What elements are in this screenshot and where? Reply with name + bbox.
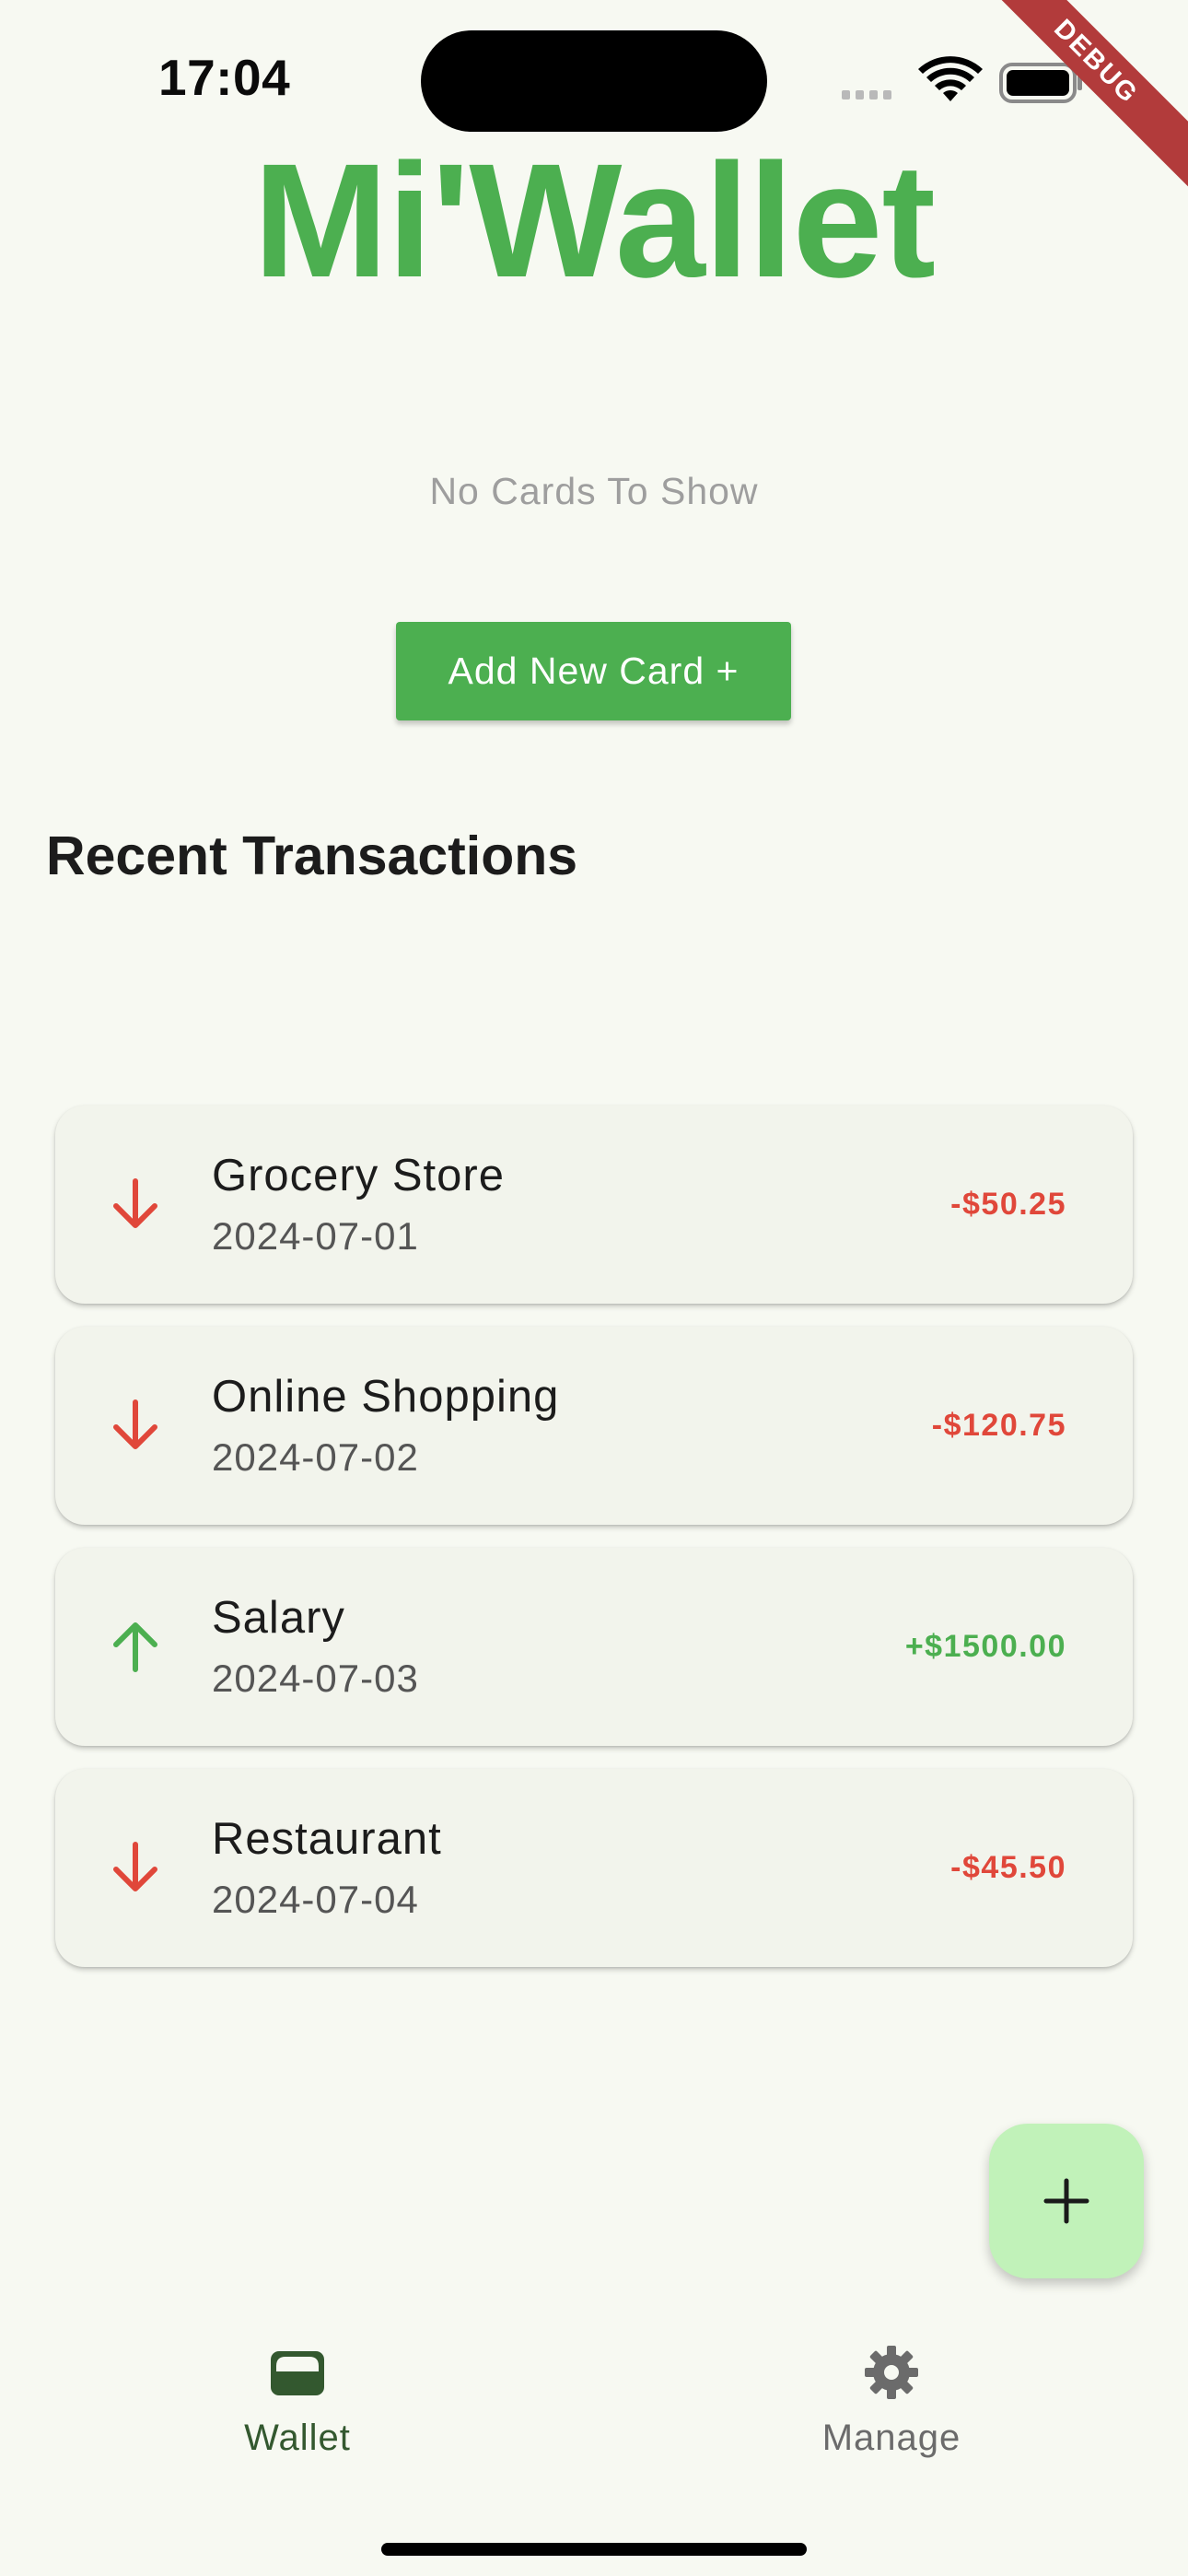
nav-item-manage[interactable]: Manage	[753, 2340, 1030, 2478]
status-time: 17:04	[158, 49, 291, 106]
transaction-date: 2024-07-02	[212, 1435, 419, 1479]
transaction-amount: +$1500.00	[904, 1629, 1066, 1664]
arrow-down-icon	[113, 1399, 157, 1449]
nav-label-wallet: Wallet	[244, 2418, 351, 2458]
wallet-icon	[271, 2351, 324, 2395]
transaction-card[interactable]: Salary 2024-07-03 +$1500.00	[55, 1548, 1133, 1746]
transaction-name: Restaurant	[212, 1814, 442, 1864]
signal-icon	[842, 90, 891, 100]
section-title: Recent Transactions	[46, 825, 578, 886]
add-transaction-fab[interactable]	[989, 2124, 1144, 2278]
add-new-card-button[interactable]: Add New Card +	[396, 622, 791, 720]
transaction-card[interactable]: Online Shopping 2024-07-02 -$120.75	[55, 1327, 1133, 1525]
battery-icon	[999, 63, 1082, 103]
arrow-down-icon	[113, 1842, 157, 1891]
nav-label-manage: Manage	[821, 2418, 961, 2458]
transaction-card[interactable]: Grocery Store 2024-07-01 -$50.25	[55, 1106, 1133, 1304]
bottom-navigation: Wallet Manage	[0, 2303, 1188, 2576]
transaction-card[interactable]: Restaurant 2024-07-04 -$45.50	[55, 1769, 1133, 1967]
transaction-date: 2024-07-03	[212, 1657, 419, 1700]
arrow-down-icon	[113, 1178, 157, 1228]
gear-icon	[865, 2346, 918, 2399]
status-icons	[842, 56, 1082, 103]
transaction-amount: -$120.75	[931, 1408, 1066, 1443]
app-title: Mi'Wallet	[252, 131, 936, 311]
empty-cards-message: No Cards To Show	[429, 470, 759, 512]
transaction-name: Salary	[212, 1593, 345, 1643]
dynamic-island	[421, 30, 767, 132]
plus-icon	[1043, 2178, 1089, 2224]
transaction-amount: -$45.50	[950, 1850, 1066, 1885]
wifi-icon	[918, 56, 983, 101]
transaction-name: Online Shopping	[212, 1372, 560, 1422]
home-indicator	[381, 2543, 807, 2556]
transaction-date: 2024-07-04	[212, 1878, 419, 1921]
transaction-amount: -$50.25	[950, 1187, 1066, 1222]
arrow-up-icon	[113, 1622, 157, 1672]
nav-item-wallet[interactable]: Wallet	[159, 2340, 436, 2478]
transaction-date: 2024-07-01	[212, 1214, 419, 1258]
transaction-name: Grocery Store	[212, 1151, 505, 1200]
